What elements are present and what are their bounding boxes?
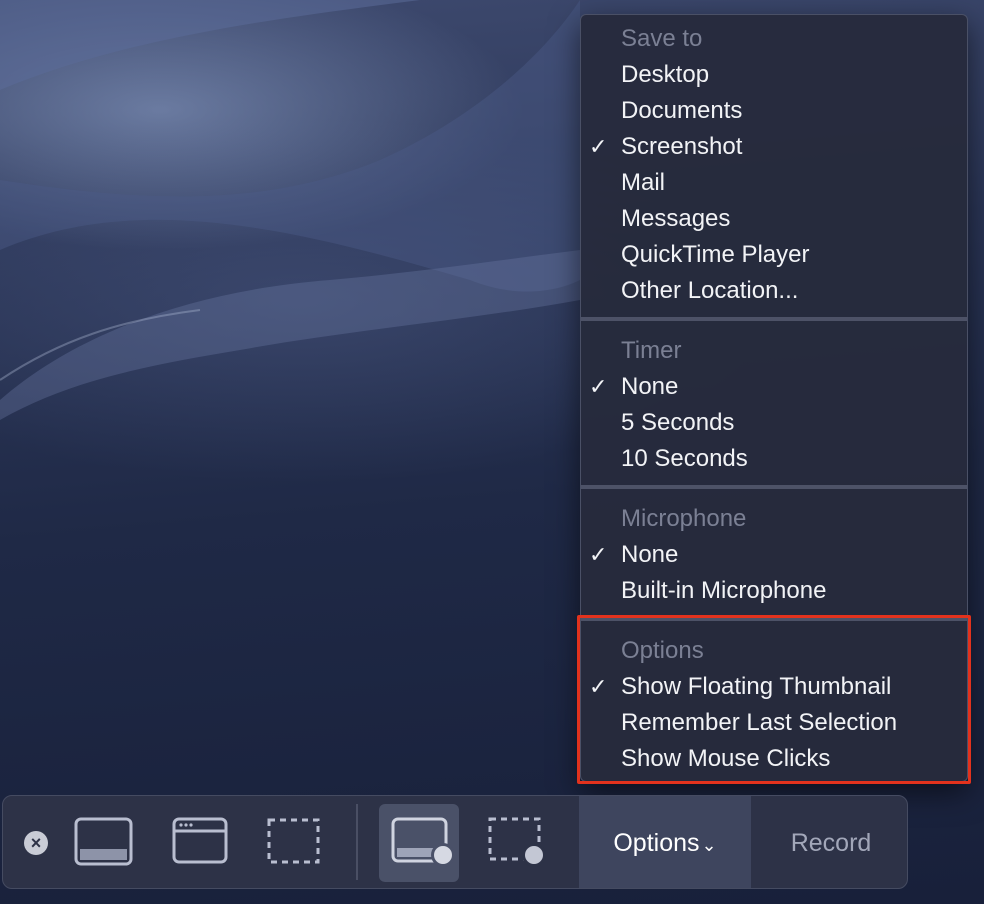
menu-item-label: Other Location... [621,277,799,304]
menu-item[interactable]: QuickTime Player [581,237,967,273]
screen-icon [74,817,133,866]
menu-item-label: Messages [621,205,731,232]
menu-item[interactable]: Other Location... [581,273,967,309]
close-icon[interactable]: × [24,831,48,855]
menu-section-header: Save to [621,25,703,52]
toolbar-divider [356,804,358,880]
capture-selected-portion-button[interactable] [261,812,331,872]
menu-item[interactable]: Documents [581,93,967,129]
dashed-selection-icon [267,818,320,864]
record-selected-portion-button[interactable] [481,808,559,878]
menu-item-label: 5 Seconds [621,409,735,436]
options-section-highlight [577,615,971,784]
menu-separator [581,317,967,321]
menu-item-label: Desktop [621,61,710,88]
menu-item[interactable]: Built-in Microphone [581,573,967,609]
menu-item[interactable]: Messages [581,201,967,237]
screenshot-toolbar: × Options ⌄ Record [2,795,908,889]
screen-record-icon [391,817,455,867]
menu-item[interactable]: ✓ None [581,369,967,405]
chevron-down-icon: ⌄ [701,835,717,855]
menu-item-label: Screenshot [621,133,743,160]
menu-item-label: Documents [621,97,743,124]
capture-selected-window-button[interactable] [167,812,237,872]
menu-item[interactable]: Mail [581,165,967,201]
menu-item[interactable]: 10 Seconds [581,441,967,477]
checkmark-icon: ✓ [589,542,608,567]
selection-record-icon [488,817,546,867]
menu-section-header: Microphone [621,505,747,532]
checkmark-icon: ✓ [589,134,608,159]
capture-entire-screen-button[interactable] [69,812,139,872]
menu-item-label: 10 Seconds [621,445,748,472]
menu-item-label: Built-in Microphone [621,577,827,604]
menu-separator [581,485,967,489]
menu-item[interactable]: ✓ Screenshot [581,129,967,165]
menu-item[interactable]: 5 Seconds [581,405,967,441]
menu-item[interactable]: ✓ None [581,537,967,573]
record-button[interactable]: Record [753,796,907,888]
options-label: Options [613,829,700,857]
menu-section-header: Timer [621,337,682,364]
menu-item-label: None [621,373,679,400]
options-button[interactable]: Options ⌄ [579,796,751,888]
menu-item-label: None [621,541,679,568]
window-icon [172,817,228,864]
menu-item[interactable]: Desktop [581,57,967,93]
menu-item-label: Mail [621,169,666,196]
checkmark-icon: ✓ [589,374,608,399]
record-entire-screen-button[interactable] [381,808,459,878]
menu-item-label: QuickTime Player [621,241,810,268]
